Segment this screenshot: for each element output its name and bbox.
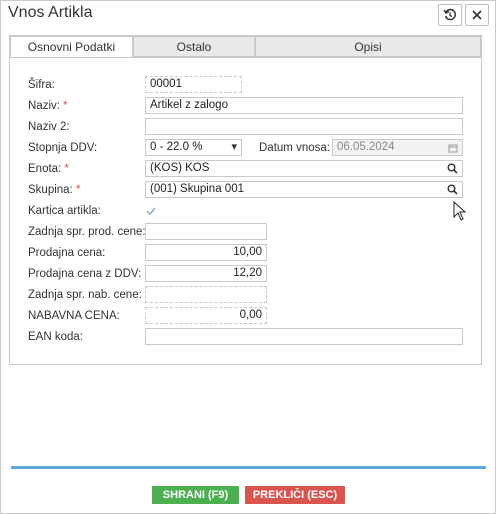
mouse-cursor-icon [453,200,467,224]
sifra-label: Šifra: [28,79,55,91]
prodajna-cena-ddv-label: Prodajna cena z DDV: [28,268,142,280]
ean-koda-label: EAN koda: [28,331,83,343]
required-marker: * [75,184,81,196]
footer-accent-bar [11,466,486,469]
close-icon [472,10,482,20]
kartica-artikla-checkbox[interactable] [145,205,157,217]
zadnja-spr-nab-cene-field [145,286,267,303]
enota-label-text: Enota: [28,163,62,175]
naziv2-field[interactable] [145,118,463,135]
save-button[interactable]: SHRANI (F9) [152,486,239,504]
stopnja-ddv-value: 0 - 22.0 % [150,141,203,153]
dialog-title: Vnos Artikla [8,4,93,21]
naziv2-label: Naziv 2: [28,121,70,133]
stopnja-ddv-label: Stopnja DDV: [28,142,98,154]
required-marker: * [63,100,68,112]
kartica-artikla-label: Kartica artikla: [28,205,101,217]
prodajna-cena-field[interactable]: 10,00 [145,244,267,261]
form-panel: Osnovni Podatki Ostalo Opisi Šifra: 0000… [9,35,482,365]
calendar-icon [448,140,458,155]
tab-ostalo[interactable]: Ostalo [133,36,255,57]
tab-osnovni-podatki[interactable]: Osnovni Podatki [10,36,133,57]
naziv-label-text: Naziv: [28,100,60,112]
datum-vnosa-field: 06.05.2024 [332,139,463,156]
close-button[interactable] [465,4,489,26]
prodajna-cena-label: Prodajna cena: [28,247,106,259]
skupina-field[interactable]: (001) Skupina 001 [145,181,463,198]
checkmark-icon [146,207,156,216]
enota-value: (KOS) KOS [150,162,210,174]
naziv-label: Naziv: * [28,100,68,112]
tab-bar: Osnovni Podatki Ostalo Opisi [10,36,481,58]
cancel-button[interactable]: PREKLIČI (ESC) [245,486,345,504]
sifra-field[interactable]: 00001 [145,76,242,93]
skupina-value: (001) Skupina 001 [150,183,244,195]
dropdown-arrow-icon: ▾ [231,141,237,153]
zadnja-spr-prod-cene-label: Zadnja spr. prod. cene: [28,226,146,238]
nabavna-cena-field: 0,00 [145,307,267,324]
item-entry-dialog: Vnos Artikla Osnovni Podatki Ostalo Opis… [0,0,496,514]
enota-field[interactable]: (KOS) KOS [145,160,463,177]
tab-opisi[interactable]: Opisi [255,36,481,57]
datum-vnosa-value: 06.05.2024 [337,141,395,153]
search-icon[interactable] [447,182,458,197]
history-icon [443,8,457,21]
ean-koda-field[interactable] [145,328,463,345]
zadnja-spr-prod-cene-field[interactable] [145,223,267,240]
zadnja-spr-nab-cene-label: Zadnja spr. nab. cene: [28,289,142,301]
skupina-label-text: Skupina: [28,184,73,196]
required-marker: * [64,163,69,175]
enota-label: Enota: * [28,163,69,175]
nabavna-cena-label: NABAVNA CENA: [28,310,120,322]
history-button[interactable] [438,4,462,26]
skupina-label: Skupina: * [28,184,80,196]
prodajna-cena-ddv-field[interactable]: 12,20 [145,265,267,282]
stopnja-ddv-select[interactable]: 0 - 22.0 % ▾ [145,139,242,156]
search-icon[interactable] [447,161,458,176]
datum-vnosa-label: Datum vnosa: [259,142,330,154]
naziv-field[interactable]: Artikel z zalogo [145,97,463,114]
